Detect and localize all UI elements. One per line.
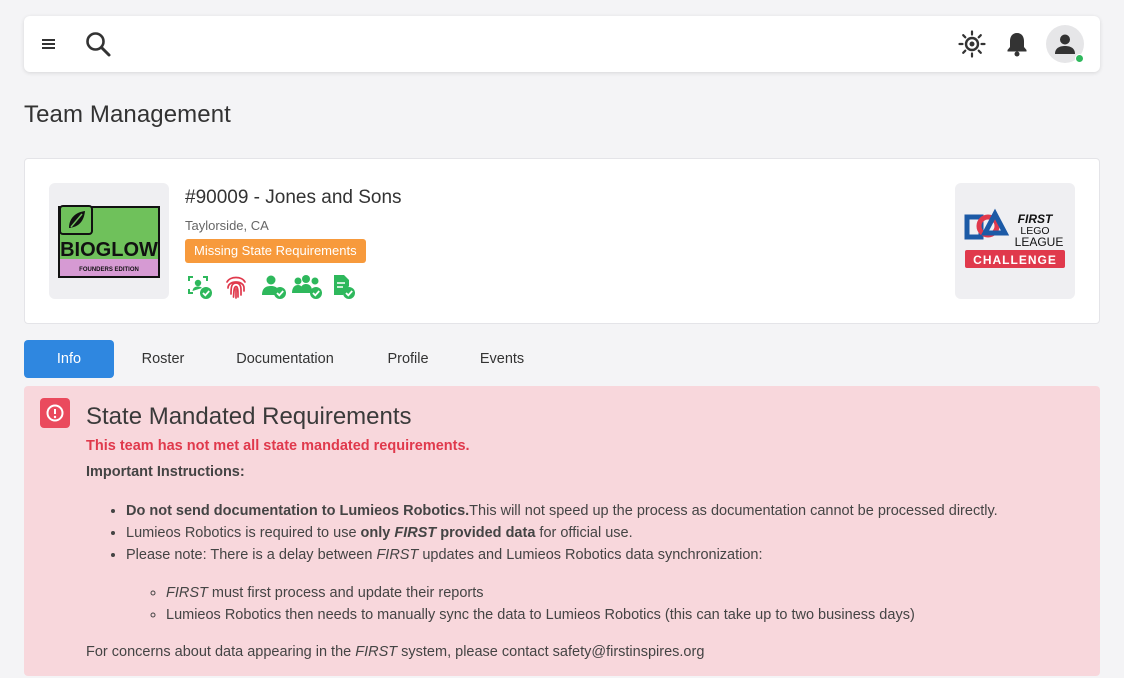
alert-subtitle: This team has not met all state mandated…	[86, 438, 470, 454]
group-check-icon[interactable]	[292, 273, 322, 301]
notification-bell-icon[interactable]	[1004, 30, 1030, 58]
program-logo: FIRST LEGO LEAGUE CHALLENGE	[955, 183, 1075, 299]
page-title: Team Management	[24, 101, 231, 128]
list-item: Do not send documentation to Lumieos Rob…	[126, 502, 998, 524]
alert-footer: For concerns about data appearing in the…	[86, 644, 705, 660]
user-avatar[interactable]	[1046, 25, 1084, 63]
svg-text:BIOGLOW: BIOGLOW	[60, 239, 158, 261]
svg-text:LEAGUE: LEAGUE	[1015, 235, 1064, 249]
svg-text:CHALLENGE: CHALLENGE	[973, 253, 1057, 267]
online-status-dot	[1075, 54, 1084, 63]
list-item: Lumieos Robotics is required to use only…	[126, 524, 998, 546]
requirements-alert: State Mandated Requirements This team ha…	[24, 386, 1100, 676]
tab-info[interactable]: Info	[24, 340, 114, 378]
svg-text:FOUNDERS EDITION: FOUNDERS EDITION	[79, 267, 139, 273]
hamburger-menu-icon[interactable]	[38, 32, 60, 56]
tab-roster[interactable]: Roster	[130, 340, 196, 378]
person-icon	[1055, 34, 1075, 54]
team-card: BIOGLOW FOUNDERS EDITION #90009 - Jones …	[24, 158, 1100, 324]
status-badge: Missing State Requirements	[185, 239, 366, 263]
alert-exclamation-icon	[40, 398, 70, 428]
team-location: Taylorside, CA	[185, 218, 269, 233]
fingerprint-icon[interactable]	[222, 273, 250, 301]
document-check-icon[interactable]	[330, 273, 358, 301]
alert-title: State Mandated Requirements	[86, 403, 412, 430]
instructions-list: Do not send documentation to Lumieos Rob…	[126, 502, 998, 568]
sun-theme-icon[interactable]	[958, 30, 986, 58]
svg-text:FIRST: FIRST	[1018, 212, 1054, 226]
instructions-label: Important Instructions:	[86, 464, 245, 480]
list-item: FIRST must first process and update thei…	[166, 584, 915, 606]
sync-steps-list: FIRST must first process and update thei…	[166, 584, 915, 628]
team-name: #90009 - Jones and Sons	[185, 187, 402, 208]
tab-documentation[interactable]: Documentation	[224, 340, 346, 378]
face-check-icon[interactable]	[186, 273, 214, 301]
list-item: Lumieos Robotics then needs to manually …	[166, 606, 915, 628]
tab-profile[interactable]: Profile	[376, 340, 440, 378]
tab-events[interactable]: Events	[470, 340, 534, 378]
top-app-bar	[24, 16, 1100, 72]
person-check-icon[interactable]	[260, 273, 288, 301]
search-icon[interactable]	[84, 30, 112, 58]
team-logo: BIOGLOW FOUNDERS EDITION	[49, 183, 169, 299]
list-item: Please note: There is a delay between FI…	[126, 546, 998, 568]
